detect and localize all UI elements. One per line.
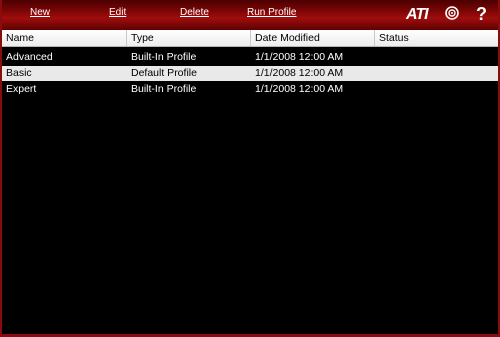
new-button[interactable]: New bbox=[30, 7, 50, 18]
ati-logo: ATI bbox=[406, 6, 429, 23]
cell-name: Expert bbox=[6, 83, 37, 95]
cell-date-modified: 1/1/2008 12:00 AM bbox=[255, 67, 344, 79]
target-icon[interactable] bbox=[445, 6, 459, 25]
cell-name: Basic bbox=[6, 67, 32, 79]
cell-status bbox=[375, 50, 379, 65]
cell-type: Built-In Profile bbox=[131, 83, 197, 95]
profile-manager-window: New Edit Delete Run Profile ATI ? Name T… bbox=[0, 0, 500, 337]
cell-status bbox=[375, 82, 379, 97]
column-header-date-modified[interactable]: Date Modified bbox=[251, 30, 375, 46]
table-row[interactable]: Advanced Built-In Profile 1/1/2008 12:00… bbox=[2, 50, 498, 65]
help-icon[interactable]: ? bbox=[476, 3, 487, 25]
run-profile-button[interactable]: Run Profile bbox=[247, 7, 296, 18]
column-header-status[interactable]: Status bbox=[375, 30, 498, 46]
table-row[interactable]: Expert Built-In Profile 1/1/2008 12:00 A… bbox=[2, 82, 498, 97]
cell-type: Default Profile bbox=[131, 67, 197, 79]
cell-type: Built-In Profile bbox=[131, 51, 197, 63]
toolbar: New Edit Delete Run Profile ATI ? bbox=[2, 0, 498, 31]
cell-name: Advanced bbox=[6, 51, 53, 63]
cell-date-modified: 1/1/2008 12:00 AM bbox=[255, 51, 344, 63]
cell-date-modified: 1/1/2008 12:00 AM bbox=[255, 83, 344, 95]
edit-button[interactable]: Edit bbox=[109, 7, 126, 18]
column-header-name[interactable]: Name bbox=[2, 30, 127, 46]
cell-status bbox=[375, 66, 379, 81]
table-row-selected[interactable]: Basic Default Profile 1/1/2008 12:00 AM bbox=[2, 66, 498, 81]
delete-button[interactable]: Delete bbox=[180, 7, 209, 18]
column-header: Name Type Date Modified Status bbox=[2, 30, 498, 47]
column-header-type[interactable]: Type bbox=[127, 30, 251, 46]
